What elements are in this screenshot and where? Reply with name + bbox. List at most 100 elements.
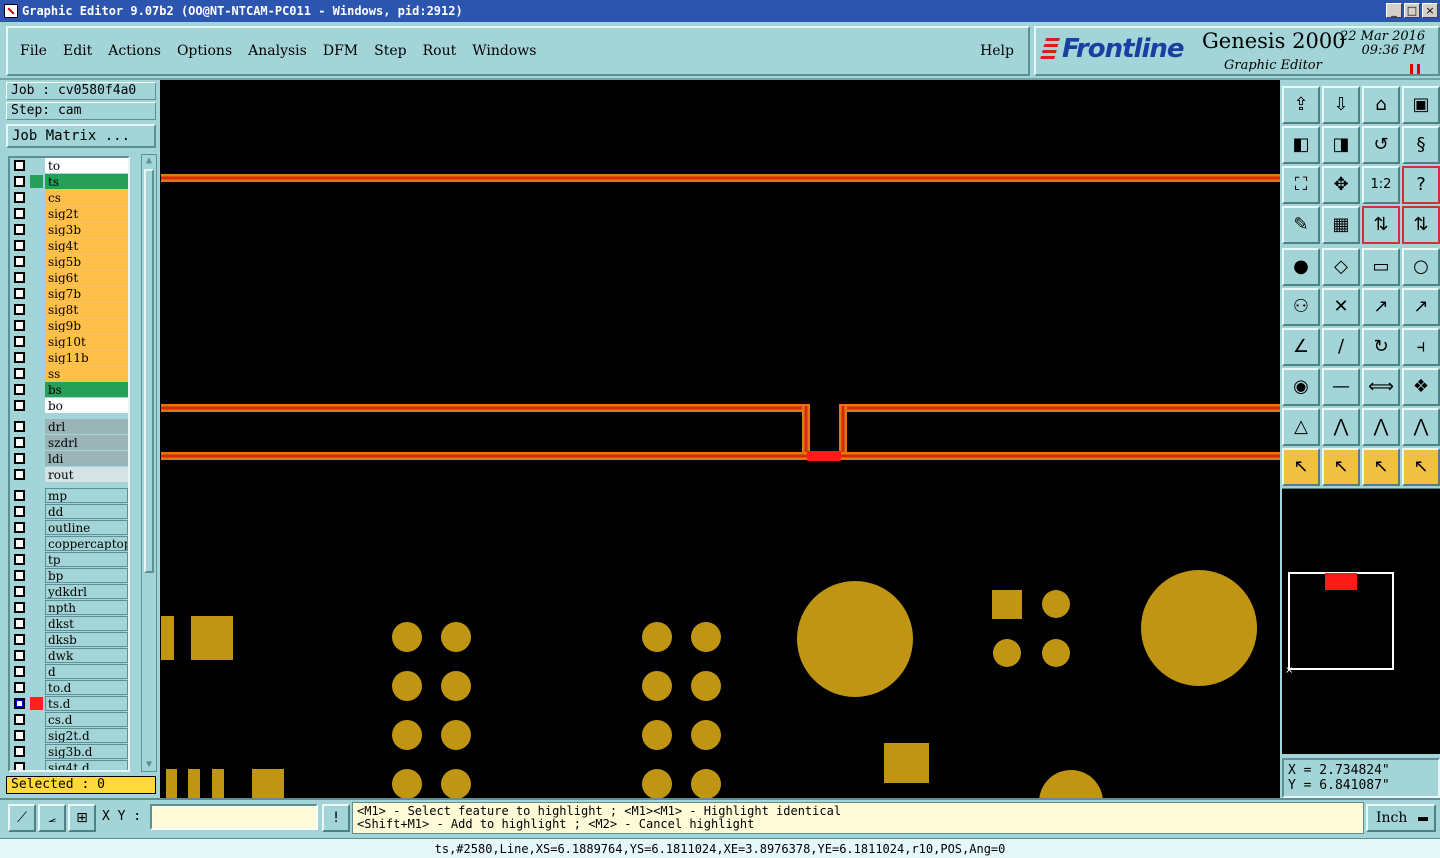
- menu-file[interactable]: File: [8, 43, 55, 59]
- help-icon[interactable]: ?: [1402, 166, 1440, 204]
- layer-row-szdrl[interactable]: szdrl: [10, 435, 128, 450]
- layer-row-sig2t[interactable]: sig2t: [10, 206, 128, 221]
- layer-indicator[interactable]: [30, 175, 43, 188]
- layer-row-drl[interactable]: drl: [10, 419, 128, 434]
- layer-indicator[interactable]: [30, 207, 43, 220]
- layer-checkbox[interactable]: [14, 304, 25, 315]
- layer-indicator[interactable]: [30, 159, 43, 172]
- layer-name[interactable]: dksb: [45, 632, 128, 647]
- layer-row-bs[interactable]: bs: [10, 382, 128, 397]
- layer-name[interactable]: sig10t: [45, 334, 128, 349]
- layer-name[interactable]: tp: [45, 552, 128, 567]
- layer-checkbox[interactable]: [14, 384, 25, 395]
- layer-row-dd[interactable]: dd: [10, 504, 128, 519]
- menu-analysis[interactable]: Analysis: [240, 43, 315, 59]
- layer-checkbox[interactable]: [14, 762, 25, 770]
- layer-name[interactable]: sig4t: [45, 238, 128, 253]
- highlighted-segment[interactable]: [807, 451, 841, 461]
- redraw-icon[interactable]: §: [1402, 126, 1440, 164]
- layer-name[interactable]: bp: [45, 568, 128, 583]
- scroll-thumb[interactable]: [144, 169, 154, 573]
- grid-icon[interactable]: ⊞: [68, 804, 96, 832]
- layer-name[interactable]: dkst: [45, 616, 128, 631]
- layer-name[interactable]: drl: [45, 419, 128, 434]
- layer-indicator[interactable]: [30, 761, 43, 770]
- layer-row-to-d[interactable]: to.d: [10, 680, 128, 695]
- layer-indicator[interactable]: [30, 255, 43, 268]
- layer-name[interactable]: coppercaptop: [45, 536, 128, 551]
- layer-indicator[interactable]: [30, 223, 43, 236]
- vertex-icon[interactable]: ⋀: [1322, 408, 1360, 446]
- line-icon[interactable]: ∕: [1322, 328, 1360, 366]
- layer-name[interactable]: bs: [45, 382, 128, 397]
- save-layer-icon[interactable]: ⇩: [1322, 86, 1360, 124]
- layer-row-sig7b[interactable]: sig7b: [10, 286, 128, 301]
- layer-checkbox[interactable]: [14, 208, 25, 219]
- layer-checkbox[interactable]: [14, 746, 25, 757]
- layer-checkbox[interactable]: [14, 490, 25, 501]
- zoom-center-icon[interactable]: ✥: [1322, 166, 1360, 204]
- layer-checkbox[interactable]: [14, 634, 25, 645]
- route-alt-icon[interactable]: ⇅: [1402, 206, 1440, 244]
- trace-middle-lower[interactable]: [161, 451, 1280, 461]
- xy-input[interactable]: [150, 804, 318, 830]
- menu-help[interactable]: Help: [972, 43, 1028, 59]
- delete-icon[interactable]: ✕: [1322, 288, 1360, 326]
- layer-row-ldi[interactable]: ldi: [10, 451, 128, 466]
- undo-zoom-icon[interactable]: ↺: [1362, 126, 1400, 164]
- layer-name[interactable]: dwk: [45, 648, 128, 663]
- layer-indicator[interactable]: [30, 729, 43, 742]
- overview-drawing[interactable]: ×: [1282, 489, 1440, 755]
- layer-row-mp[interactable]: mp: [10, 488, 128, 503]
- layer-name[interactable]: sig11b: [45, 350, 128, 365]
- window-icon[interactable]: ▣: [1402, 86, 1440, 124]
- move-point-icon[interactable]: ↗: [1362, 288, 1400, 326]
- layer-row-outline[interactable]: outline: [10, 520, 128, 535]
- unit-selector[interactable]: Inch: [1366, 804, 1436, 832]
- layer-indicator[interactable]: [30, 191, 43, 204]
- layer-row-d[interactable]: d: [10, 664, 128, 679]
- overview-map[interactable]: ×: [1282, 488, 1440, 754]
- layer-indicator[interactable]: [30, 351, 43, 364]
- maximize-button[interactable]: □: [1404, 3, 1420, 18]
- layer-indicator[interactable]: [30, 697, 43, 710]
- layer-checkbox[interactable]: [14, 256, 25, 267]
- layer-row-rout[interactable]: rout: [10, 467, 128, 482]
- layer-row-to[interactable]: to: [10, 158, 128, 173]
- trace-top[interactable]: [161, 174, 1280, 182]
- layer-row-sig5b[interactable]: sig5b: [10, 254, 128, 269]
- layer-name[interactable]: sig2t.d: [45, 728, 128, 743]
- layer-checkbox[interactable]: [14, 570, 25, 581]
- pointer-grid-icon[interactable]: ↖: [1402, 448, 1440, 486]
- route-icon[interactable]: ⇅: [1362, 206, 1400, 244]
- layer-name[interactable]: ldi: [45, 451, 128, 466]
- open-layer-icon[interactable]: ⇪: [1282, 86, 1320, 124]
- ruler-icon[interactable]: ▭: [1362, 248, 1400, 286]
- pan-left-icon[interactable]: ◧: [1282, 126, 1320, 164]
- layer-indicator[interactable]: [30, 537, 43, 550]
- pointer-circle-icon[interactable]: ↖: [1362, 448, 1400, 486]
- layer-row-tp[interactable]: tp: [10, 552, 128, 567]
- layer-row-sig11b[interactable]: sig11b: [10, 350, 128, 365]
- layer-indicator[interactable]: [30, 649, 43, 662]
- connect-icon[interactable]: ↗: [1402, 288, 1440, 326]
- layer-row-sig9b[interactable]: sig9b: [10, 318, 128, 333]
- layer-row-coppercaptop[interactable]: coppercaptop: [10, 536, 128, 551]
- layer-indicator[interactable]: [30, 367, 43, 380]
- trace-middle-upper[interactable]: [161, 404, 1280, 456]
- layer-checkbox[interactable]: [14, 240, 25, 251]
- layer-checkbox[interactable]: [14, 176, 25, 187]
- layer-row-ydkdrl[interactable]: ydkdrl: [10, 584, 128, 599]
- layer-row-npth[interactable]: npth: [10, 600, 128, 615]
- layer-checkbox[interactable]: [14, 586, 25, 597]
- layer-name[interactable]: sig5b: [45, 254, 128, 269]
- layer-checkbox[interactable]: [14, 469, 25, 480]
- layer-indicator[interactable]: [30, 681, 43, 694]
- layer-indicator[interactable]: [30, 585, 43, 598]
- layer-row-sig8t[interactable]: sig8t: [10, 302, 128, 317]
- layer-name[interactable]: ss: [45, 366, 128, 381]
- pointer-icon[interactable]: ↖: [1282, 448, 1320, 486]
- layer-scrollbar[interactable]: ▲ ▼: [141, 154, 157, 772]
- layer-name[interactable]: mp: [45, 488, 128, 503]
- layer-indicator[interactable]: [30, 335, 43, 348]
